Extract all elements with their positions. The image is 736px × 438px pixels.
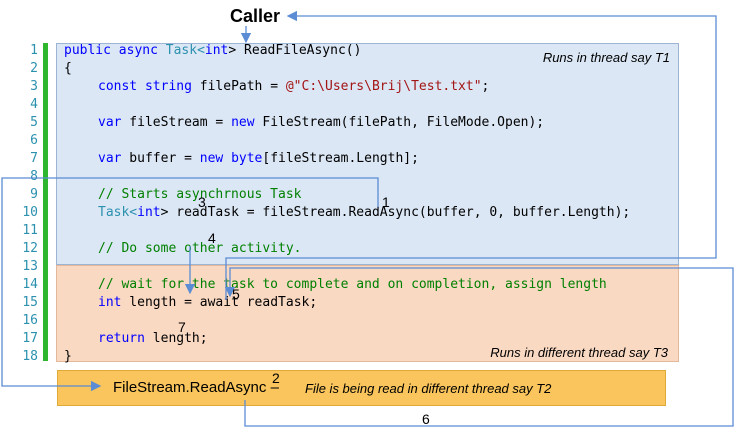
- step-number-5: 5: [232, 286, 240, 302]
- step-number-3: 3: [198, 194, 206, 210]
- step-number-2: 2: [272, 370, 280, 386]
- step-number-4: 4: [208, 230, 216, 246]
- arrow-step-5: [225, 10, 717, 300]
- flow-arrows: [1, 10, 734, 427]
- step-number-1: 1: [382, 194, 390, 210]
- arrow-step-6: [224, 267, 734, 427]
- step-number-7: 7: [178, 319, 186, 335]
- step-number-6: 6: [422, 411, 430, 427]
